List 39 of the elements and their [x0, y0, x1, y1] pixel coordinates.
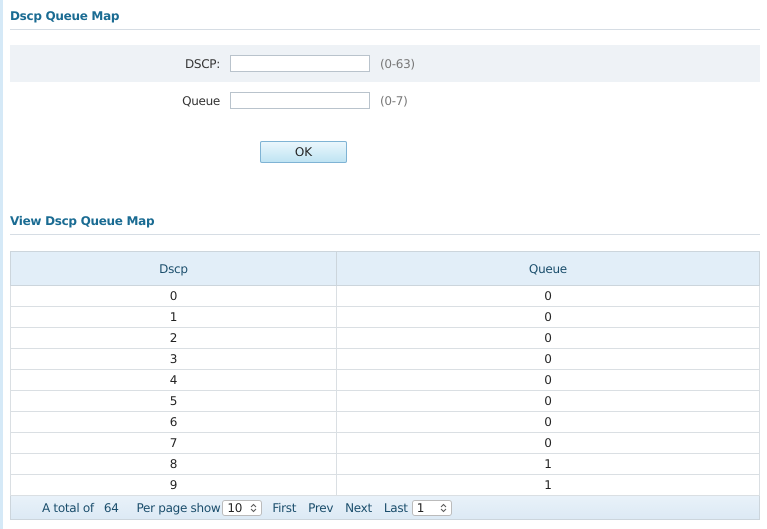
table-cell: 0 [336, 370, 760, 390]
total-label: A total of [42, 500, 94, 514]
total-count: 64 [104, 500, 119, 514]
table-cell: 0 [336, 348, 760, 370]
spinner-icon [440, 502, 447, 512]
table-cell: 0 [10, 286, 336, 306]
table-cell: 2 [10, 328, 336, 348]
range-hint: (0-63) [380, 56, 415, 70]
field-label: Queue [181, 94, 221, 108]
column-header: Dscp [10, 252, 336, 286]
ok-button[interactable]: OK [260, 141, 347, 163]
input-field[interactable] [230, 92, 370, 109]
table-cell: 1 [336, 454, 760, 474]
table-cell: 5 [10, 390, 336, 412]
table-cell: 0 [336, 412, 760, 432]
table-cell: 4 [10, 370, 336, 390]
per-page-label: Per page show [136, 500, 220, 514]
spinner-icon [250, 502, 258, 512]
table-cell: 0 [336, 432, 760, 454]
section-title: View Dscp Queue Map [10, 205, 760, 235]
section-title: Dscp Queue Map [10, 0, 760, 30]
table-cell: 3 [10, 348, 336, 370]
table-cell: 1 [10, 306, 336, 328]
input-field[interactable] [230, 55, 370, 72]
next-link[interactable]: Next [345, 500, 372, 514]
table-cell: 7 [10, 432, 336, 454]
table-cell: 0 [336, 286, 760, 306]
table-cell: 0 [336, 328, 760, 348]
table-cell: 6 [10, 412, 336, 432]
select-field[interactable]: 10 [222, 500, 262, 516]
table-cell: 8 [10, 454, 336, 474]
table-cell: 0 [336, 306, 760, 328]
table-cell: 0 [336, 390, 760, 412]
field-label: DSCP: [184, 56, 221, 70]
range-hint: (0-7) [380, 94, 408, 108]
column-header: Queue [336, 252, 760, 286]
select-field[interactable]: 1 [412, 500, 452, 516]
first-link[interactable]: First [272, 500, 296, 514]
prev-link[interactable]: Prev [308, 500, 334, 514]
